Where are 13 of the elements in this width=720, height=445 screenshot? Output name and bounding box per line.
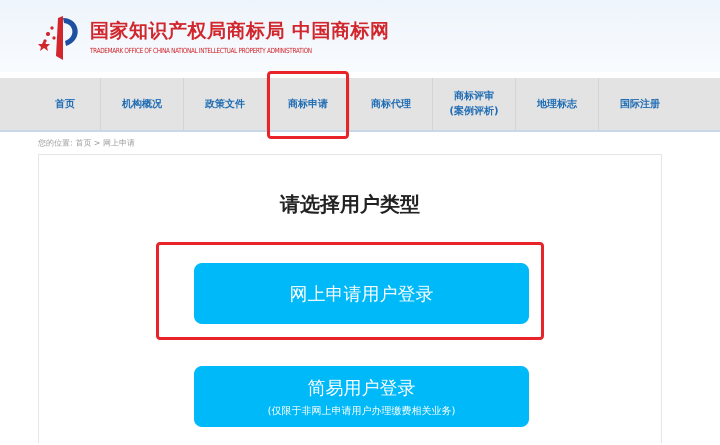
login-button[interactable]: 简易用户登录 (仅限于非网上申请用户办理缴费相关业务) — [194, 366, 529, 427]
nav-link[interactable]: 政策文件 — [205, 96, 245, 112]
login-button[interactable]: 网上申请用户登录 — [194, 263, 529, 324]
nav-link[interactable]: 商标代理 — [371, 96, 411, 112]
nav-link[interactable]: 机构概况 — [122, 96, 162, 112]
nav-link[interactable]: 商标评审 (案例评析) — [449, 89, 499, 119]
nav-link[interactable]: 地理标志 — [537, 96, 577, 112]
panel-title: 请选择用户类型 — [280, 191, 420, 218]
nav-link[interactable]: 首页 — [55, 96, 75, 112]
site-title: 国家知识产权局商标局 中国商标网 — [90, 18, 390, 44]
nav-link[interactable]: 国际注册 — [620, 96, 660, 112]
nav-link[interactable]: 商标申请 — [288, 96, 328, 112]
breadcrumb: 您的位置: 首页 > 网上申请 — [38, 138, 136, 149]
